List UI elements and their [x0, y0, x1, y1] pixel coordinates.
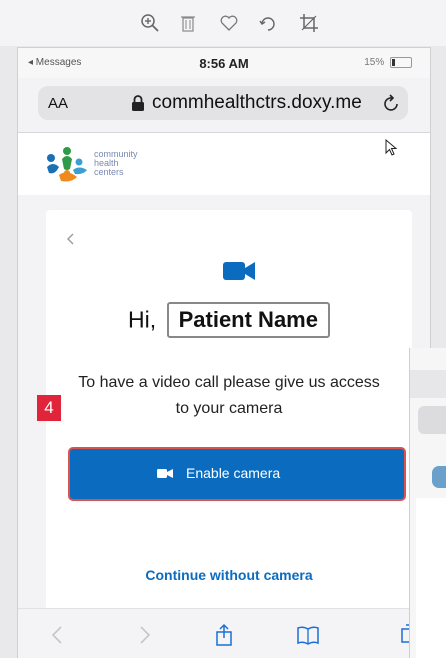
enable-camera-label: Enable camera [186, 465, 281, 481]
second-screenshot-edge [410, 348, 446, 658]
greeting: Hi, Patient Name [46, 302, 412, 338]
mouse-cursor-icon [385, 139, 398, 156]
message-line-1: To have a video call please give us acce… [78, 374, 380, 391]
rotate-icon[interactable] [257, 12, 279, 34]
lock-icon [132, 95, 144, 111]
phone-screenshot: ◂ Messages 8:56 AM 15% AA commhealthctrs… [18, 48, 430, 658]
trash-icon[interactable] [177, 12, 199, 34]
reload-icon[interactable] [382, 92, 402, 114]
bookmarks-icon[interactable] [296, 623, 320, 647]
video-camera-icon [223, 262, 255, 280]
second-address-bar [418, 406, 446, 434]
message-line-2: to your camera [175, 400, 283, 417]
heart-icon[interactable] [218, 12, 240, 34]
community-health-logo-icon [47, 147, 87, 182]
camera-access-message: To have a video call please give us acce… [56, 370, 402, 422]
logo-line-3: centers [94, 167, 124, 177]
camera-permission-card: Hi, Patient Name To have a video call pl… [46, 210, 412, 610]
battery-icon [390, 57, 412, 68]
second-status-strip [410, 370, 446, 398]
battery-percent: 15% [364, 57, 385, 69]
step-number-badge: 4 [37, 395, 61, 421]
forward-arrow-icon[interactable] [132, 623, 156, 647]
logo-text: community health centers [94, 150, 138, 177]
browser-bottom-toolbar [18, 608, 430, 658]
url-text[interactable]: commhealthctrs.doxy.me [152, 92, 362, 114]
greeting-hi: Hi, [128, 306, 157, 333]
site-header: community health centers [18, 133, 430, 195]
patient-name-placeholder: Patient Name [166, 302, 330, 338]
crop-icon[interactable] [298, 12, 320, 34]
status-bar: ◂ Messages 8:56 AM 15% [18, 48, 430, 78]
address-bar[interactable]: AA commhealthctrs.doxy.me [38, 86, 408, 120]
enable-camera-button[interactable]: Enable camera [70, 449, 404, 499]
text-size-button[interactable]: AA [48, 95, 68, 112]
second-card-edge [416, 498, 446, 658]
back-arrow-icon[interactable] [46, 623, 70, 647]
camera-icon [157, 469, 173, 478]
battery-indicator: 15% [364, 57, 412, 68]
photo-viewer-toolbar [0, 0, 446, 46]
share-icon[interactable] [212, 623, 236, 647]
second-logo-fragment [432, 466, 446, 488]
zoom-in-icon[interactable] [139, 12, 161, 34]
continue-without-camera-link[interactable]: Continue without camera [46, 567, 412, 583]
back-chevron-icon[interactable] [66, 232, 76, 246]
